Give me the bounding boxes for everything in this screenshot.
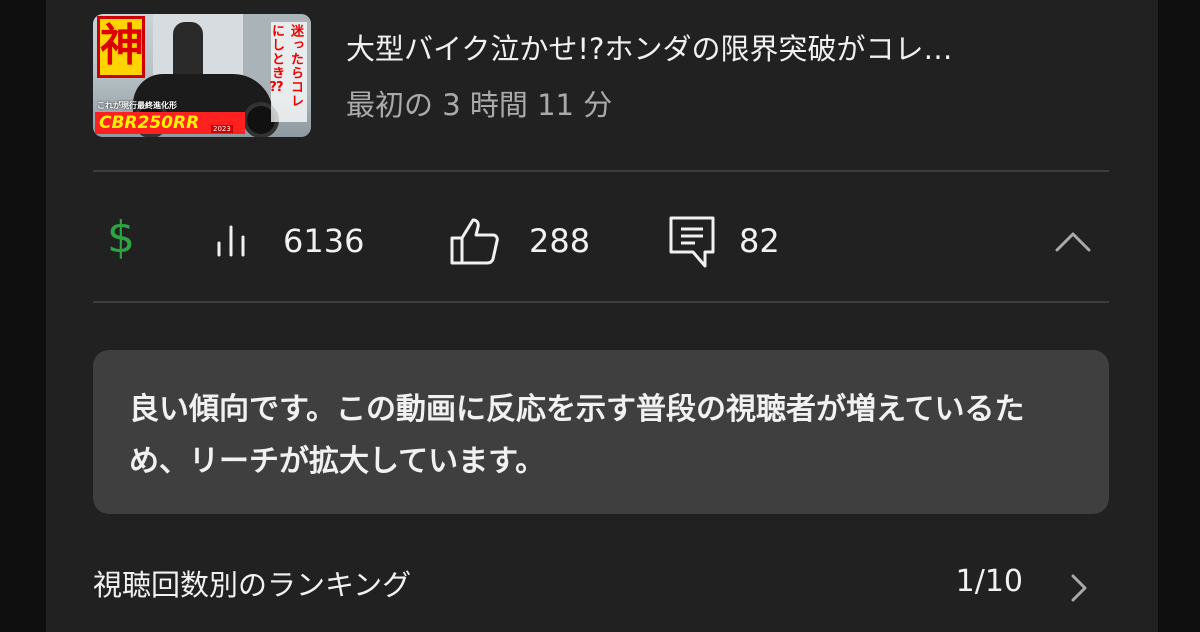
thumbnail-vertical-text: 迷ったらコレにしとき⁇ [269,22,307,122]
thumbnail-small-text: これが現行最終進化形 [97,101,177,110]
ranking-label: 視聴回数別のランキング [93,568,412,602]
bar-chart-icon [217,225,245,257]
comments-count: 82 [739,222,780,260]
thumbnail-year-text: 2023 [211,125,233,133]
video-timeframe: 最初の 3 時間 11 分 [346,88,613,122]
dollar-icon[interactable]: $ [107,208,135,268]
comment-icon [669,216,715,268]
divider [93,301,1109,303]
stats-row: $ 6136 288 82 [93,206,1109,276]
divider [93,170,1109,172]
insight-message: 良い傾向です。この動画に反応を示す普段の視聴者が増えているため、リーチが拡大して… [93,350,1109,514]
likes-stat[interactable]: 288 [449,206,590,276]
chevron-up-icon[interactable] [1053,222,1093,262]
ranking-row[interactable]: 視聴回数別のランキング 1/10 [93,556,1109,616]
thumbs-up-icon [450,218,499,265]
likes-count: 288 [529,222,591,260]
chevron-right-icon [1071,574,1087,602]
views-count: 6136 [283,222,365,260]
views-stat[interactable]: 6136 [213,206,364,276]
comments-stat[interactable]: 82 [667,206,780,276]
ranking-value: 1/10 [955,564,1023,599]
insight-text: 良い傾向です。この動画に反応を示す普段の視聴者が増えているため、リーチが拡大して… [129,392,1025,479]
video-thumbnail[interactable]: 神 迷ったらコレにしとき⁇ これが現行最終進化形 CBR250RR 2023 [93,14,311,137]
thumbnail-kanji: 神 [97,16,145,78]
video-title[interactable]: 大型バイク泣かせ!?ホンダの限界突破がコレ… [346,26,1126,68]
